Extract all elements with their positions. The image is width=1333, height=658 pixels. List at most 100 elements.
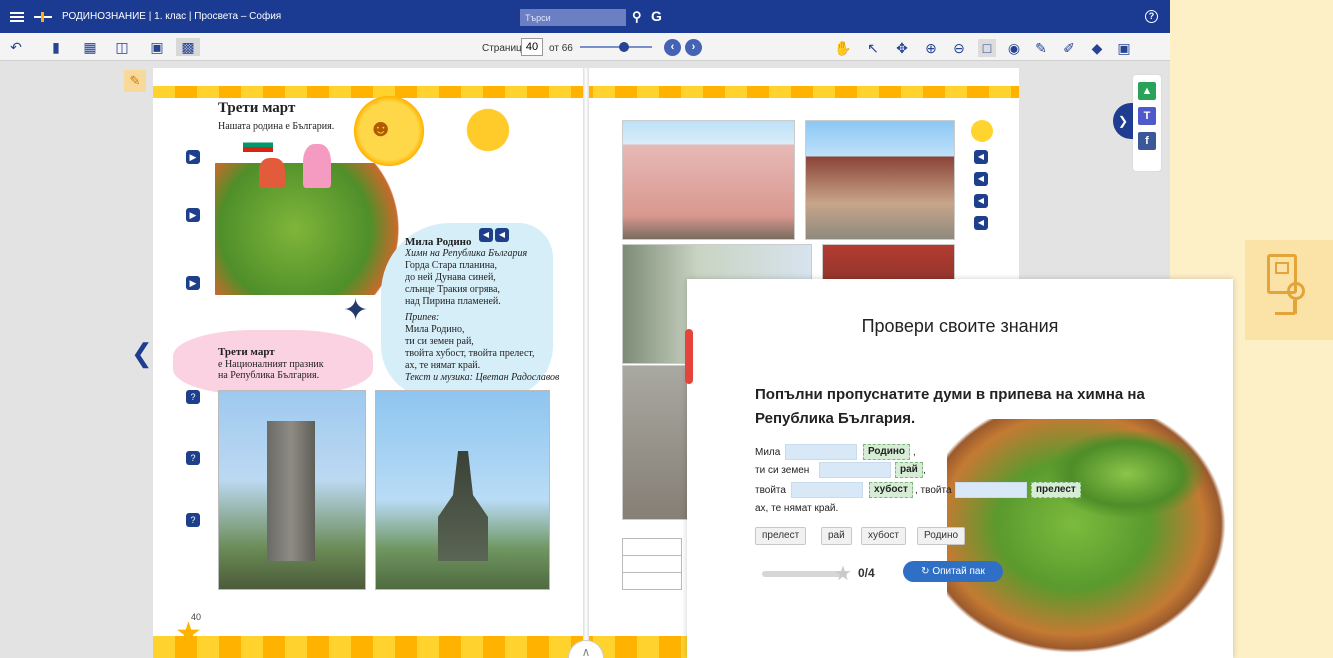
refrain-label: Припев:	[405, 312, 440, 323]
quiz-icon[interactable]: ?	[186, 390, 200, 404]
answer-chip-placed[interactable]: прелест	[1031, 482, 1081, 498]
helicopter-illustration	[458, 88, 518, 158]
line2-prefix: ти си земен	[755, 465, 810, 476]
google-icon[interactable]: G	[651, 8, 662, 24]
search-input[interactable]	[520, 9, 626, 26]
anthem-title: Мила Родино	[405, 236, 472, 248]
page-number-input[interactable]	[521, 38, 543, 56]
drop-zone-1[interactable]	[785, 444, 857, 460]
quiz-title: Провери своите знания	[861, 316, 1059, 336]
anthem-line: над Пирина пламеней.	[405, 296, 501, 307]
answer-lines	[622, 538, 682, 590]
refrain-line: твойта хубост, твойта прелест,	[405, 348, 535, 359]
image-view-icon[interactable]: ▣	[145, 38, 169, 56]
menu-icon[interactable]	[10, 11, 24, 22]
monument-photo[interactable]	[218, 390, 366, 590]
book-title: РОДИНОЗНАНИЕ | 1. клас | Просвета – Софи…	[62, 11, 282, 22]
word-chip[interactable]: прелест	[755, 527, 807, 545]
anthem-line: до ней Дунава синей,	[405, 272, 496, 283]
page-number: 40	[191, 612, 202, 622]
quiz-icon[interactable]: ?	[186, 513, 200, 527]
chevron-left-icon[interactable]: ❮	[131, 338, 153, 369]
search-icon[interactable]: ⚲	[632, 9, 642, 25]
help-icon[interactable]: ?	[1145, 10, 1158, 23]
base-line	[1275, 312, 1295, 315]
word-chip[interactable]: хубост	[861, 527, 906, 545]
undo-icon[interactable]: ↶	[8, 38, 24, 56]
save-icon[interactable]: ▣	[1115, 39, 1133, 57]
statue-photo[interactable]	[375, 390, 550, 590]
quiz-tab[interactable]	[685, 329, 693, 384]
video-play-icon[interactable]: ▶	[186, 208, 200, 222]
children-illustration	[241, 138, 351, 188]
prev-page-button[interactable]: ‹	[664, 39, 681, 56]
house-photo[interactable]	[805, 120, 955, 240]
fit-screen-icon[interactable]: ✥	[893, 39, 911, 57]
sun-illustration: ☻	[348, 90, 430, 172]
sun-face-icon: ☻	[368, 115, 394, 142]
single-page-view-icon[interactable]: ▮	[44, 38, 68, 56]
audio-icon[interactable]: ◀	[974, 150, 988, 164]
page-tools-icon[interactable]: ✎	[124, 70, 146, 92]
share-panel: ▲ T f	[1132, 74, 1162, 172]
answer-chip-placed[interactable]: Родино	[863, 444, 911, 460]
line3-prefix: твойта	[755, 485, 786, 496]
bulgarian-flag-icon	[243, 138, 273, 152]
panel-toggle-icon[interactable]: ❯	[1113, 103, 1133, 139]
drop-zone-3[interactable]	[791, 482, 863, 498]
image-shape	[1275, 262, 1289, 274]
tower-shape	[267, 421, 315, 561]
audio-icon[interactable]: ◀	[974, 172, 988, 186]
toolbar: ↶ ▮ ▦ ◫ ▣ ▩ Страница от 66 ‹ › ✋ ↖ ✥ ⊕ ⊖…	[0, 33, 1170, 61]
eraser-icon[interactable]: ◆	[1088, 39, 1106, 57]
highlighter-icon[interactable]: ✐	[1060, 39, 1078, 57]
page-slider[interactable]	[580, 42, 652, 52]
drop-zone-2[interactable]	[819, 462, 891, 478]
next-page-button[interactable]: ›	[685, 39, 702, 56]
pointer-icon[interactable]: ↖	[864, 39, 882, 57]
memorial-photo[interactable]	[622, 365, 692, 520]
hand-icon[interactable]: ✋	[834, 39, 852, 57]
answer-chip-placed[interactable]: рай	[895, 462, 923, 478]
quiz-icon[interactable]: ?	[186, 451, 200, 465]
page-slider-knob[interactable]	[618, 42, 629, 52]
audio-icon[interactable]: ◀	[974, 216, 988, 230]
quiz-panel: Провери своите знания Попълни пропуснати…	[685, 279, 1233, 658]
page-count: от 66	[549, 43, 573, 54]
top-bar: РОДИНОЗНАНИЕ | 1. клас | Просвета – Софи…	[0, 0, 1170, 33]
left-page: Трети март Нашата родина е България. ☻ ▶…	[153, 68, 586, 658]
retry-label: Опитай пак	[932, 566, 985, 577]
teams-icon[interactable]: T	[1138, 107, 1156, 125]
anthem-subtitle: Химн на Република България	[405, 248, 528, 259]
video-play-icon[interactable]: ▶	[186, 150, 200, 164]
video-play-icon[interactable]: ▶	[186, 276, 200, 290]
facebook-icon[interactable]: f	[1138, 132, 1156, 150]
line1-suffix: ,	[913, 447, 916, 458]
line2-suffix: ,	[923, 465, 926, 476]
anthem-line: слънце Тракия огрява,	[405, 284, 500, 295]
pen-icon[interactable]: ✎	[1032, 39, 1050, 57]
star-icon: ★	[834, 563, 852, 585]
smiley-icon[interactable]	[971, 120, 993, 142]
select-area-icon[interactable]: □	[978, 39, 996, 57]
page-heading: Трети март	[218, 100, 296, 116]
answer-chip-placed[interactable]: хубост	[869, 482, 913, 498]
eye-icon[interactable]: ◉	[1005, 39, 1023, 57]
word-chip[interactable]: Родино	[917, 527, 966, 545]
school-photo[interactable]	[622, 120, 795, 240]
double-page-view-icon[interactable]: ▦	[78, 38, 102, 56]
classroom-icon[interactable]: ▲	[1138, 82, 1156, 100]
spread-view-icon[interactable]: ◫	[110, 38, 134, 56]
audio-icon[interactable]: ◀	[974, 194, 988, 208]
thumbnail-view-icon[interactable]: ▩	[176, 38, 200, 56]
anthem-line: Горда Стара планина,	[405, 260, 497, 271]
zoom-in-icon[interactable]: ⊕	[922, 39, 940, 57]
anthem-text: Мила Родино Химн на Република България Г…	[405, 236, 559, 384]
map-highlight	[1047, 429, 1207, 519]
zoom-out-icon[interactable]: ⊖	[950, 39, 968, 57]
word-chip[interactable]: рай	[821, 527, 852, 545]
magnifier-shape	[1287, 282, 1305, 300]
drop-zone-4[interactable]	[955, 482, 1027, 498]
logo-icon	[34, 11, 52, 22]
retry-button[interactable]: ↻ Опитай пак	[903, 561, 1003, 582]
